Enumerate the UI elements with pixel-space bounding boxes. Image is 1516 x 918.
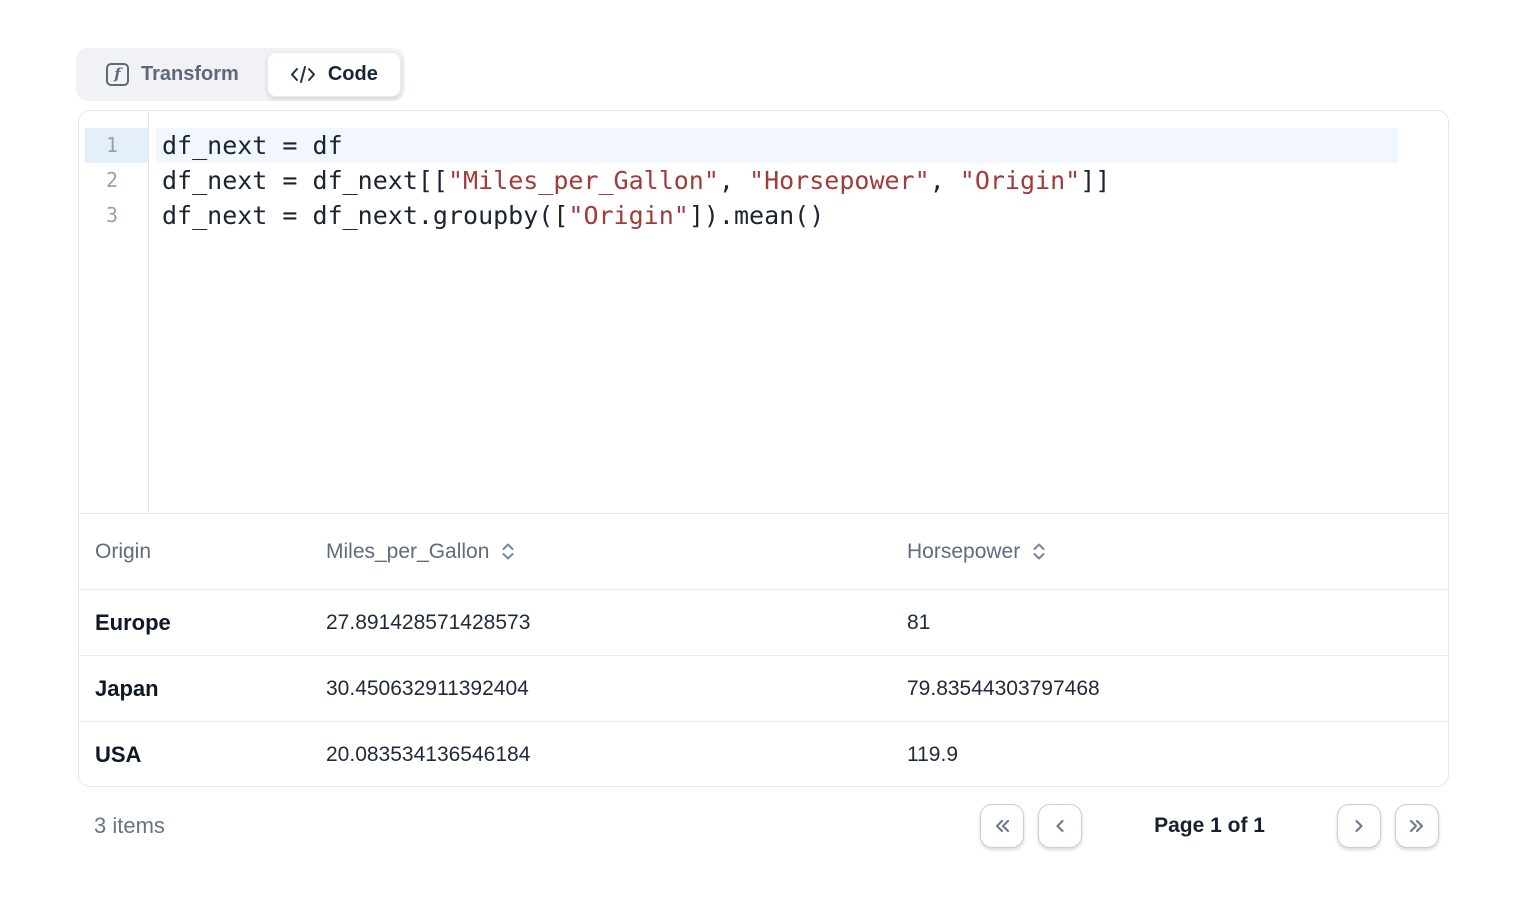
code-icon xyxy=(290,66,316,83)
table-footer: 3 items Page 1 of 1 xyxy=(78,803,1449,848)
line-number: 3 xyxy=(85,198,148,233)
last-page-button[interactable] xyxy=(1395,804,1439,848)
column-header-miles-per-gallon[interactable]: Miles_per_Gallon xyxy=(310,540,891,564)
column-label: Horsepower xyxy=(907,540,1020,564)
column-label: Miles_per_Gallon xyxy=(326,540,489,564)
code-line-text[interactable]: df_next = df xyxy=(156,128,1398,163)
code-line[interactable]: 2df_next = df_next[["Miles_per_Gallon", … xyxy=(85,163,1448,198)
column-label: Origin xyxy=(95,540,151,564)
line-number: 1 xyxy=(85,128,148,163)
code-line[interactable]: 3df_next = df_next.groupby(["Origin"]).m… xyxy=(85,198,1448,233)
cell-horsepower: 119.9 xyxy=(891,743,1448,767)
tab-code-label: Code xyxy=(328,63,378,86)
line-number: 2 xyxy=(85,163,148,198)
table-row: Europe27.89142857142857381 xyxy=(79,589,1448,655)
table-header-row: Origin Miles_per_Gallon Horsepower xyxy=(79,514,1448,589)
transform-panel: f Transform Code 1df_next = df2df_next =… xyxy=(0,0,1516,918)
cell-origin: USA xyxy=(79,742,310,768)
result-table: Origin Miles_per_Gallon Horsepower xyxy=(79,513,1448,787)
table-row: Japan30.45063291139240479.83544303797468 xyxy=(79,655,1448,721)
page-indicator: Page 1 of 1 xyxy=(1154,814,1265,838)
previous-page-button[interactable] xyxy=(1038,804,1082,848)
next-page-button[interactable] xyxy=(1337,804,1381,848)
code-line[interactable]: 1df_next = df xyxy=(85,128,1448,163)
items-count: 3 items xyxy=(94,813,165,839)
cell-origin: Japan xyxy=(79,676,310,702)
transform-card: 1df_next = df2df_next = df_next[["Miles_… xyxy=(78,110,1449,787)
code-line-text[interactable]: df_next = df_next.groupby(["Origin"]).me… xyxy=(156,198,1398,233)
column-header-horsepower[interactable]: Horsepower xyxy=(891,540,1448,564)
sort-icon xyxy=(501,542,515,561)
double-chevron-right-icon xyxy=(1406,816,1428,836)
cell-miles-per-gallon: 27.891428571428573 xyxy=(310,611,891,635)
tab-code[interactable]: Code xyxy=(267,52,401,97)
pagination: Page 1 of 1 xyxy=(980,804,1439,848)
code-editor[interactable]: 1df_next = df2df_next = df_next[["Miles_… xyxy=(79,111,1448,513)
tab-transform-label: Transform xyxy=(141,63,239,86)
sort-icon xyxy=(1032,542,1046,561)
cell-miles-per-gallon: 30.450632911392404 xyxy=(310,677,891,701)
function-icon: f xyxy=(106,63,129,86)
chevron-right-icon xyxy=(1349,816,1369,836)
first-page-button[interactable] xyxy=(980,804,1024,848)
table-body: Europe27.89142857142857381Japan30.450632… xyxy=(79,589,1448,787)
table-row: USA20.083534136546184119.9 xyxy=(79,721,1448,787)
cell-origin: Europe xyxy=(79,610,310,636)
cell-horsepower: 79.83544303797468 xyxy=(891,677,1448,701)
column-header-origin: Origin xyxy=(79,540,310,564)
double-chevron-left-icon xyxy=(991,816,1013,836)
cell-miles-per-gallon: 20.083534136546184 xyxy=(310,743,891,767)
code-line-text[interactable]: df_next = df_next[["Miles_per_Gallon", "… xyxy=(156,163,1398,198)
cell-horsepower: 81 xyxy=(891,611,1448,635)
chevron-left-icon xyxy=(1050,816,1070,836)
view-toggle: f Transform Code xyxy=(76,48,405,101)
tab-transform[interactable]: f Transform xyxy=(80,52,265,97)
